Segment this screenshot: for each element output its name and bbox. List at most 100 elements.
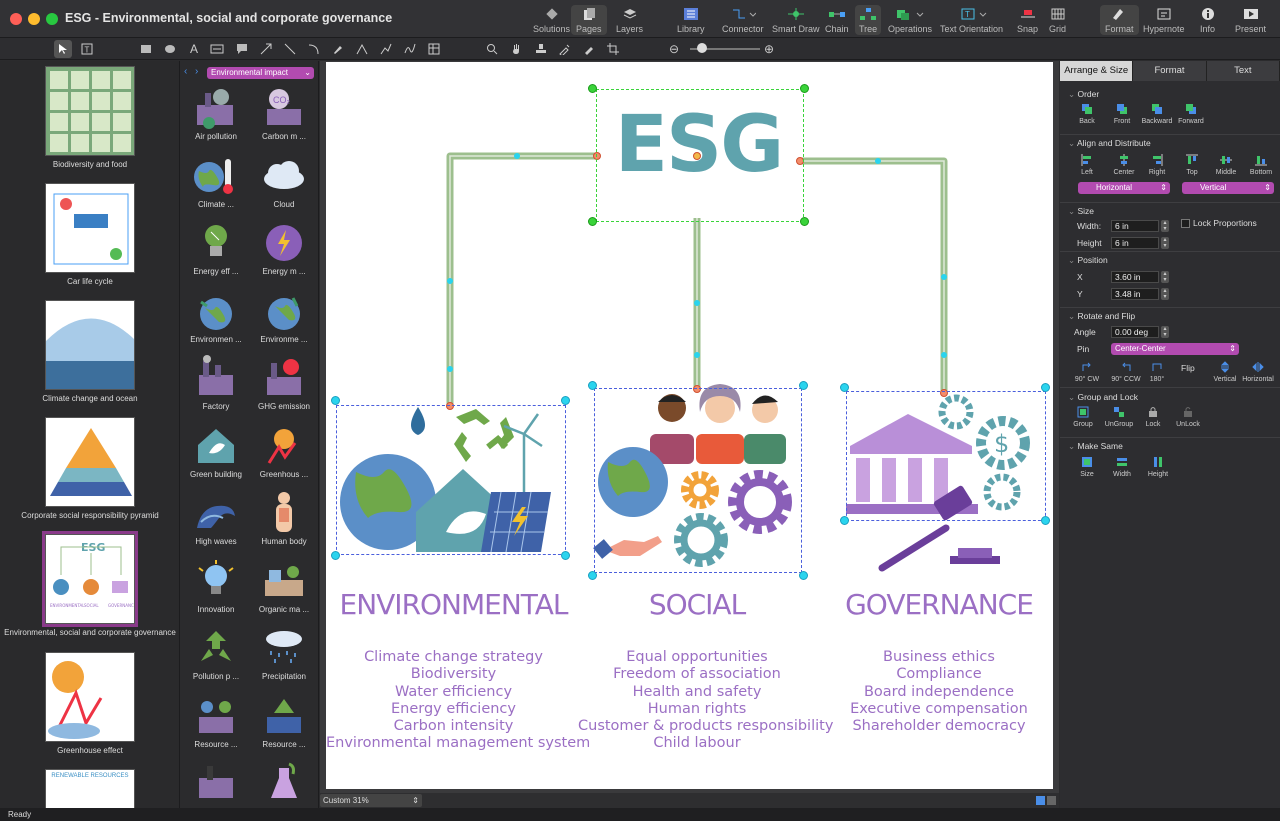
library-item[interactable]: Innovation: [183, 558, 249, 614]
pages-button[interactable]: Pages: [571, 5, 607, 35]
operations-button[interactable]: Operations: [888, 5, 932, 35]
resize-handle[interactable]: [840, 383, 849, 392]
align-right-button[interactable]: Right: [1139, 154, 1175, 176]
y-stepper[interactable]: ▴ ▾: [1161, 288, 1169, 300]
info-button[interactable]: Info: [1200, 5, 1215, 35]
minimize-window-button[interactable]: [28, 13, 40, 25]
text-box-tool-icon[interactable]: T: [78, 40, 96, 58]
text-tool-icon[interactable]: A: [185, 40, 203, 58]
library-back-icon[interactable]: ‹: [184, 66, 187, 77]
page-thumb-csr-pyramid[interactable]: Corporate social responsibility pyramid: [0, 417, 179, 520]
library-item[interactable]: Resource ...: [183, 693, 249, 749]
line-tool-icon[interactable]: [281, 40, 299, 58]
library-item[interactable]: [183, 760, 249, 806]
backward-button[interactable]: Backward: [1139, 103, 1175, 125]
library-item[interactable]: Energy m ...: [251, 220, 317, 276]
resize-handle[interactable]: [800, 217, 809, 226]
format-painter-icon[interactable]: [580, 40, 598, 58]
make-same-section-title[interactable]: Make Same: [1068, 441, 1122, 452]
library-item[interactable]: Human body: [251, 490, 317, 546]
library-forward-icon[interactable]: ›: [195, 66, 198, 77]
rotate-cw-button[interactable]: 90° CW: [1069, 361, 1105, 383]
governance-list[interactable]: Business ethics Compliance Board indepen…: [826, 649, 1052, 735]
resize-handle[interactable]: [1041, 516, 1050, 525]
width-field[interactable]: 6 in: [1111, 220, 1159, 232]
callout-tool-icon[interactable]: [233, 40, 251, 58]
library-item[interactable]: Precipitation: [251, 625, 317, 681]
x-stepper[interactable]: ▴ ▾: [1161, 271, 1169, 283]
resize-handle[interactable]: [561, 396, 570, 405]
back-button[interactable]: Back: [1069, 103, 1105, 125]
position-section-title[interactable]: Position: [1068, 255, 1107, 266]
size-section-title[interactable]: Size: [1068, 206, 1094, 217]
page-view-icon[interactable]: [1036, 796, 1045, 805]
resize-handle[interactable]: [799, 381, 808, 390]
heading-social[interactable]: SOCIAL: [586, 588, 808, 621]
heading-governance[interactable]: GOVERNANCE: [826, 588, 1052, 621]
group-section-title[interactable]: Group and Lock: [1068, 392, 1137, 403]
library-button[interactable]: Library: [677, 5, 705, 35]
resize-handle[interactable]: [800, 84, 809, 93]
rotate-section-title[interactable]: Rotate and Flip: [1068, 311, 1135, 322]
order-section-title[interactable]: Order: [1068, 89, 1099, 100]
format-button[interactable]: Format: [1100, 5, 1139, 35]
front-button[interactable]: Front: [1104, 103, 1140, 125]
align-middle-button[interactable]: Middle: [1208, 154, 1244, 176]
pan-hand-icon[interactable]: [508, 40, 526, 58]
drawing-canvas[interactable]: $ ESG ENVIRONMENTAL SOCIAL GOVERNANCE Cl…: [326, 62, 1053, 789]
arrow-tool-icon[interactable]: [257, 40, 275, 58]
resize-handle[interactable]: [588, 571, 597, 580]
zoom-tool-icon[interactable]: [483, 40, 501, 58]
table-tool-icon[interactable]: [425, 40, 443, 58]
bezier-tool-icon[interactable]: [353, 40, 371, 58]
flip-horizontal-button[interactable]: Horizontal: [1240, 361, 1276, 383]
align-top-button[interactable]: Top: [1174, 154, 1210, 176]
page-thumb-biodiversity[interactable]: Biodiversity and food: [0, 66, 179, 169]
same-width-button[interactable]: Width: [1104, 456, 1140, 478]
text-orientation-button[interactable]: T Text Orientation: [940, 5, 1003, 35]
align-left-button[interactable]: Left: [1069, 154, 1105, 176]
page-thumb-renewable[interactable]: RENEWABLE RESOURCES: [0, 769, 179, 808]
social-list[interactable]: Equal opportunities Freedom of associati…: [578, 649, 833, 753]
rotate-180-button[interactable]: 180°: [1139, 361, 1175, 383]
flip-vertical-button[interactable]: Vertical: [1207, 361, 1243, 383]
height-stepper[interactable]: ▴ ▾: [1161, 237, 1169, 249]
lock-button[interactable]: Lock: [1135, 406, 1171, 428]
resize-handle[interactable]: [561, 551, 570, 560]
page-thumb-greenhouse[interactable]: Greenhouse effect: [0, 652, 179, 755]
resize-handle[interactable]: [1041, 383, 1050, 392]
library-item[interactable]: Factory: [183, 355, 249, 411]
resize-handle[interactable]: [799, 571, 808, 580]
snap-button[interactable]: Snap: [1017, 5, 1038, 35]
library-item[interactable]: Energy eff ...: [183, 220, 249, 276]
connector-button[interactable]: Connector: [722, 5, 764, 35]
library-item[interactable]: Environme ...: [251, 288, 317, 344]
align-bottom-button[interactable]: Bottom: [1243, 154, 1279, 176]
hypernote-button[interactable]: Hypernote: [1143, 5, 1185, 35]
library-item[interactable]: Cloud: [251, 153, 317, 209]
group-button[interactable]: Group: [1065, 406, 1101, 428]
lock-proportions-checkbox[interactable]: [1181, 219, 1190, 228]
zoom-slider-thumb[interactable]: [697, 43, 707, 53]
stamp-tool-icon[interactable]: [532, 40, 550, 58]
library-item[interactable]: Resource ...: [251, 693, 317, 749]
height-field[interactable]: 6 in: [1111, 237, 1159, 249]
angle-stepper[interactable]: ▴ ▾: [1161, 326, 1169, 338]
resize-handle[interactable]: [840, 516, 849, 525]
page-view-alt-icon[interactable]: [1047, 796, 1056, 805]
resize-handle[interactable]: [588, 84, 597, 93]
library-item[interactable]: [251, 760, 317, 806]
align-section-title[interactable]: Align and Distribute: [1068, 138, 1151, 149]
close-window-button[interactable]: [10, 13, 22, 25]
library-item[interactable]: Organic ma ...: [251, 558, 317, 614]
label-tool-icon[interactable]: [208, 40, 226, 58]
page-thumb-esg[interactable]: ESG ENVIRONMENTAL SOCIAL GOVERNANCE Environ…: [0, 531, 179, 637]
solutions-button[interactable]: Solutions: [533, 5, 570, 35]
forward-button[interactable]: Forward: [1173, 103, 1209, 125]
distribute-vertical-select[interactable]: Vertical ⇕: [1182, 182, 1274, 194]
tab-text[interactable]: Text: [1206, 61, 1280, 81]
pen-tool-icon[interactable]: [329, 40, 347, 58]
eyedropper-icon[interactable]: [556, 40, 574, 58]
freehand-tool-icon[interactable]: [401, 40, 419, 58]
resize-handle[interactable]: [588, 381, 597, 390]
